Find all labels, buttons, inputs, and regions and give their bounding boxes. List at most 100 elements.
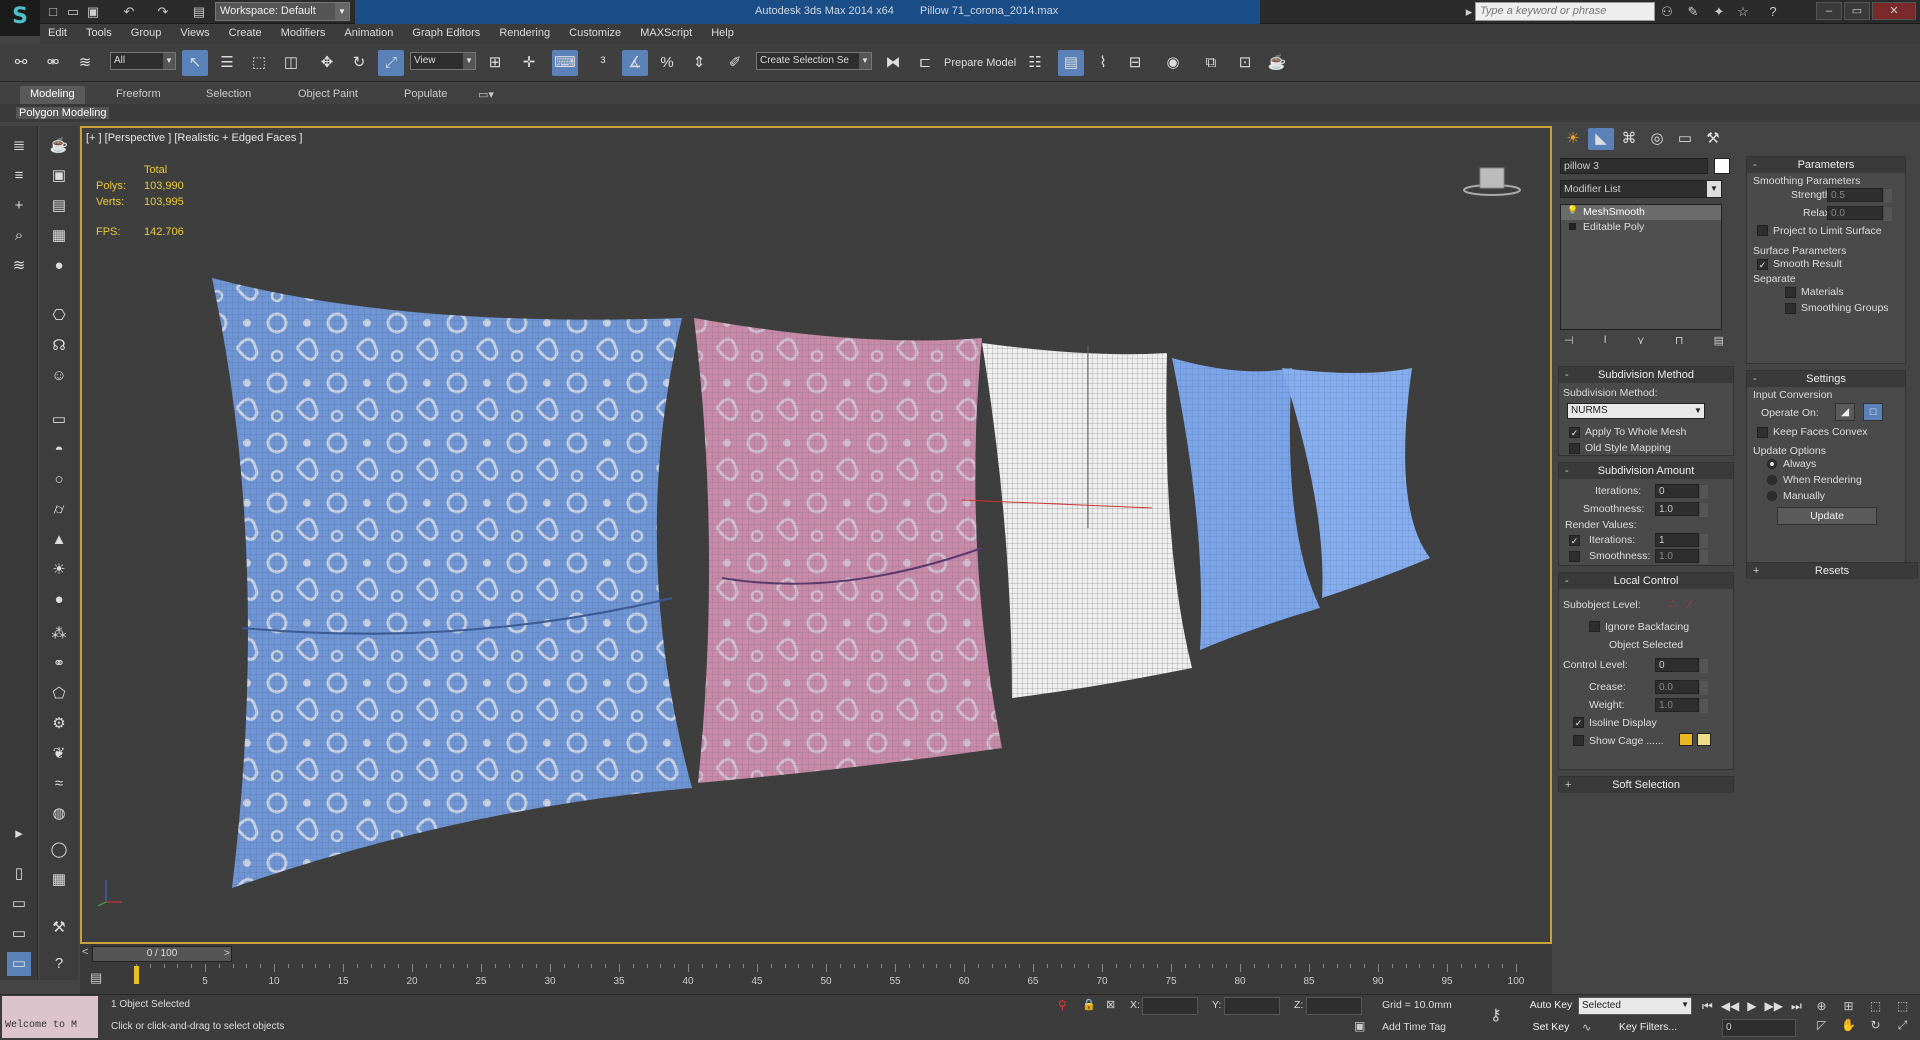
box-icon[interactable]: ▭ [47,408,71,432]
render-iterations-spinner[interactable]: 1 [1655,533,1708,548]
modifier-list-select[interactable]: Modifier List ▼ [1560,180,1722,198]
operate-on-triangles-button[interactable]: ◢ [1835,403,1855,421]
go-to-end-icon[interactable]: ⏭ [1791,999,1802,1015]
workspace-select[interactable]: Workspace: Default ▼ [215,2,350,21]
minimize-button[interactable]: – [1816,2,1842,20]
old-style-mapping-checkbox[interactable] [1569,443,1580,454]
find-icon[interactable]: ⌕ [7,224,31,248]
isolate-selection-icon[interactable]: ⚲ [1058,998,1067,1012]
rotate-icon[interactable]: ↻ [346,50,372,76]
update-when-rendering-radio[interactable] [1767,475,1777,485]
remove-modifier-icon[interactable]: ⊓ [1675,334,1684,350]
viewport-label[interactable]: [+ ] [Perspective ] [Realistic + Edged F… [86,132,302,144]
smooth-result-checkbox[interactable]: ✓ [1757,259,1768,270]
vertex-subobject-icon[interactable]: ∴ [1669,597,1677,611]
cage-selection-color-swatch[interactable] [1697,733,1711,746]
make-unique-icon[interactable]: ⋎ [1637,334,1645,350]
tools-icon[interactable]: ⚒ [47,916,71,940]
pillow-3-selected[interactable] [961,343,1192,698]
expand-icon[interactable] [1569,223,1576,230]
teapot-icon[interactable]: ☕ [47,134,71,158]
snaps-toggle-icon[interactable]: ³ [590,50,616,76]
prepare-model-label[interactable]: Prepare Model [944,57,1016,69]
tab-selection[interactable]: Selection [196,86,261,104]
cylinder-icon[interactable]: ⌭ [47,498,71,522]
biped-icon[interactable]: ☊ [47,334,71,358]
keyboard-shortcut-icon[interactable]: ⌨ [552,50,578,76]
z-coordinate-field[interactable] [1306,997,1362,1015]
edit-named-selection-icon[interactable]: ✐ [722,50,748,76]
percent-snap-icon[interactable]: % [654,50,680,76]
grid-object-icon[interactable]: ▦ [47,224,71,248]
relax-spinner[interactable]: 0.0 [1827,206,1892,221]
image-plane-icon[interactable]: ▣ [47,164,71,188]
zoom-all-icon[interactable]: ⊞ [1835,999,1862,1018]
render-grid-icon[interactable]: ▦ [47,868,71,892]
stack-item-editable-poly[interactable]: Editable Poly [1561,220,1721,235]
smoothness-spinner[interactable]: 1.0 [1655,502,1708,517]
go-to-start-icon[interactable]: ⏮ [1702,999,1713,1015]
mirror-icon[interactable]: ⧓ [880,50,906,76]
align-icon[interactable]: ⊏ [912,50,938,76]
smoothing-groups-checkbox[interactable] [1785,303,1796,314]
maximize-button[interactable]: ▭ [1844,2,1870,20]
expand-arrow-icon[interactable]: ▸ [7,822,31,846]
project-folder-icon[interactable]: ▤ [190,3,208,21]
binoculars-icon[interactable]: ⚇ [1658,3,1676,21]
menu-graph-editors[interactable]: Graph Editors [404,24,488,44]
sun-icon[interactable]: ☀ [47,558,71,582]
apply-whole-mesh-checkbox[interactable]: ✓ [1569,427,1580,438]
strength-spinner[interactable]: 0.5 [1827,188,1892,203]
render-sphere-icon[interactable]: ◯ [47,838,71,862]
panel-toggle-3-icon[interactable]: ▭ [7,922,31,946]
viewcube-icon[interactable] [1462,162,1522,198]
menu-modifiers[interactable]: Modifiers [273,24,334,44]
layer-tools-icon[interactable]: ≋ [7,254,31,278]
show-end-result-icon[interactable]: Ι [1604,334,1607,350]
cone-icon[interactable]: ▲ [47,528,71,552]
select-by-name-icon[interactable]: ☰ [214,50,240,76]
object-color-swatch[interactable] [1714,158,1730,174]
resets-header[interactable]: + Resets [1747,563,1917,579]
pan-icon[interactable]: ✋ [1835,1018,1862,1038]
update-button[interactable]: Update [1777,507,1877,525]
spinner-snap-icon[interactable]: ⇕ [686,50,712,76]
save-file-icon[interactable]: ▣ [84,3,102,21]
hair-icon[interactable]: ≈ [47,772,71,796]
geometry-icon[interactable]: ⬠ [47,682,71,706]
time-slider[interactable]: 0 / 100 [92,946,232,962]
settings-header[interactable]: - Settings [1747,371,1905,387]
select-manipulate-icon[interactable]: ✛ [516,50,542,76]
x-coordinate-field[interactable] [1142,997,1198,1015]
light-bulb-icon[interactable]: ● [47,254,71,278]
keep-faces-convex-checkbox[interactable] [1757,427,1768,438]
hierarchy-tab-icon[interactable]: ⌘ [1616,128,1642,150]
menu-create[interactable]: Create [221,24,270,44]
link-icon[interactable]: ⚯ [8,50,34,76]
panel-toggle-active-icon[interactable]: ▭ [7,952,31,976]
zoom-extents-icon[interactable]: ⬚ [1862,999,1889,1018]
sphere-icon[interactable]: ○ [47,468,71,492]
menu-maxscript[interactable]: MAXScript [632,24,700,44]
menu-animation[interactable]: Animation [336,24,401,44]
key-filter-icon[interactable]: ∿ [1582,1021,1591,1034]
utilities-tab-icon[interactable]: ⚒ [1700,128,1726,150]
character-icon[interactable]: ☺ [47,364,71,388]
motion-tab-icon[interactable]: ◎ [1644,128,1670,150]
pivot-center-icon[interactable]: ⊞ [482,50,508,76]
iterations-spinner[interactable]: 0 [1655,484,1708,499]
material-editor-icon[interactable]: ◉ [1160,50,1186,76]
render-setup-icon[interactable]: ⧉ [1198,50,1224,76]
favorites-star-icon[interactable]: ☆ [1734,3,1752,21]
configure-sets-icon[interactable]: ▤ [1714,334,1724,350]
reference-coordinate-select[interactable]: View ▼ [410,52,476,70]
edge-subobject-icon[interactable]: ⁄ [1689,597,1691,611]
panel-toggle-icon[interactable]: ▯ [7,862,31,886]
subdivision-method-select[interactable]: NURMS ▼ [1567,403,1705,419]
play-icon[interactable]: ▶ [1747,999,1756,1015]
hemisphere-icon[interactable]: ◓ [47,438,71,462]
rectangular-selection-icon[interactable]: ⬚ [246,50,272,76]
zoom-icon[interactable]: ⊕ [1808,999,1835,1018]
tab-freeform[interactable]: Freeform [106,86,171,104]
tab-populate[interactable]: Populate [394,86,457,104]
